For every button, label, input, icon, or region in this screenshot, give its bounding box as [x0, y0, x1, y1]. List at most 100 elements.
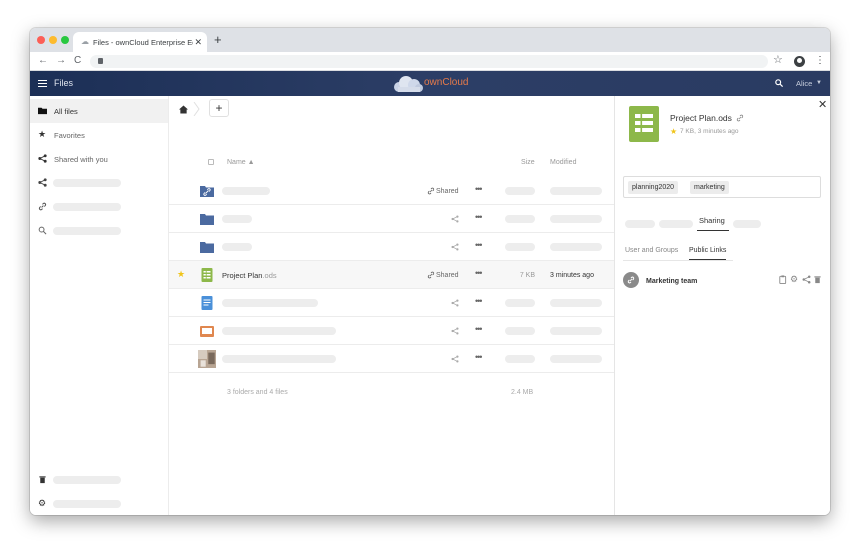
hamburger-menu-icon[interactable]	[38, 80, 47, 87]
details-file-title: Project Plan.ods	[670, 113, 732, 123]
share-icon[interactable]	[451, 299, 459, 307]
loading-placeholder	[53, 227, 121, 235]
tag-chip[interactable]: planning2020	[628, 181, 679, 194]
loading-placeholder	[222, 215, 252, 223]
subtab-public-links[interactable]: Public Links	[689, 246, 727, 260]
tab-sharing[interactable]: Sharing	[699, 216, 725, 225]
maximize-window-button[interactable]	[61, 36, 69, 44]
tag-chip[interactable]: marketing	[690, 181, 729, 194]
forward-button[interactable]: →	[56, 55, 66, 67]
favorite-star-icon[interactable]: ★	[177, 269, 185, 279]
close-window-button[interactable]	[37, 36, 45, 44]
owncloud-logo[interactable]: ownCloud	[392, 75, 472, 93]
chevron-down-icon[interactable]: ▼	[816, 79, 822, 88]
table-row[interactable]: •••	[169, 317, 614, 345]
more-actions-icon[interactable]: •••	[475, 212, 483, 222]
table-row[interactable]: •••	[169, 205, 614, 233]
sidebar-item-label: All files	[54, 107, 78, 116]
table-row[interactable]: •••	[169, 289, 614, 317]
new-file-button[interactable]: +	[209, 99, 229, 117]
user-menu[interactable]: Alice	[796, 79, 812, 88]
more-actions-icon[interactable]: •••	[475, 324, 483, 334]
file-extension: .ods	[262, 271, 277, 280]
gear-icon[interactable]: ⚙	[790, 275, 799, 284]
table-row-project-plan[interactable]: ★ Project Plan.ods Shared ••• 7 KB 3 min…	[169, 261, 614, 289]
more-actions-icon[interactable]: •••	[475, 352, 483, 362]
share-icon[interactable]	[451, 355, 459, 363]
clipboard-icon[interactable]	[778, 275, 787, 284]
profile-avatar-icon[interactable]	[794, 56, 805, 67]
close-icon[interactable]: ✕	[818, 99, 827, 111]
modified-column-header[interactable]: Modified	[550, 158, 576, 167]
loading-placeholder	[222, 243, 252, 251]
loading-placeholder	[505, 355, 535, 363]
sidebar-item-label: Shared with you	[54, 155, 108, 164]
loading-placeholder	[222, 355, 336, 363]
file-count-summary: 3 folders and 4 files	[227, 389, 288, 396]
trash-icon[interactable]	[813, 275, 822, 284]
share-icon[interactable]	[451, 243, 459, 251]
url-input[interactable]	[90, 55, 768, 68]
loading-placeholder	[505, 187, 535, 195]
home-icon[interactable]	[179, 105, 188, 114]
file-name[interactable]: Project Plan.ods	[222, 271, 277, 280]
browser-menu-icon[interactable]: ⋮	[815, 55, 825, 67]
file-base-name: Project Plan	[222, 271, 263, 280]
sidebar-item-deleted-files[interactable]	[30, 468, 168, 492]
table-row[interactable]: •••	[169, 233, 614, 261]
more-actions-icon[interactable]: •••	[475, 240, 483, 250]
active-tab-indicator	[697, 230, 729, 231]
sidebar-item-settings[interactable]: ⚙	[30, 492, 168, 515]
share-icon[interactable]	[451, 327, 459, 335]
link-icon[interactable]	[736, 114, 744, 122]
link-icon	[427, 271, 435, 279]
file-modified: 3 minutes ago	[550, 272, 594, 279]
sidebar-item-shared-by-link[interactable]	[30, 195, 168, 219]
bookmark-star-icon[interactable]: ☆	[773, 54, 783, 67]
select-all-checkbox[interactable]	[208, 159, 214, 165]
tab-title: Files - ownCloud Enterprise Edit	[93, 38, 193, 47]
sidebar-item-shared-with-you[interactable]: Shared with you	[30, 147, 168, 171]
shared-label[interactable]: Shared	[436, 187, 459, 196]
browser-tab[interactable]: ☁ Files - ownCloud Enterprise Edit ✕	[73, 32, 207, 52]
subtab-user-and-groups[interactable]: User and Groups	[625, 246, 678, 259]
sidebar-item-shared-with-others[interactable]	[30, 171, 168, 195]
details-sidebar: ✕ Project Plan.ods ★ 7 KB, 3 minutes ago…	[614, 96, 830, 515]
presentation-icon	[200, 326, 214, 337]
public-link-icon	[623, 272, 639, 288]
folder-icon	[38, 107, 47, 115]
table-row[interactable]: •••	[169, 345, 614, 373]
spreadsheet-icon	[201, 268, 213, 282]
folder-icon	[200, 242, 214, 253]
file-size: 7 KB	[519, 272, 535, 279]
tab-close-icon[interactable]: ✕	[194, 37, 202, 47]
more-actions-icon[interactable]: •••	[475, 296, 483, 306]
loading-placeholder	[505, 327, 535, 335]
share-icon[interactable]	[802, 275, 811, 284]
back-button[interactable]: ←	[38, 55, 48, 67]
sidebar-item-all-files[interactable]: All files	[30, 99, 168, 123]
minimize-window-button[interactable]	[49, 36, 57, 44]
app-name[interactable]: Files	[54, 78, 73, 89]
more-actions-icon[interactable]: •••	[475, 268, 483, 278]
favorite-star-icon[interactable]: ★	[670, 127, 677, 136]
logo-text: ownCloud	[424, 77, 469, 88]
search-icon[interactable]	[775, 79, 783, 87]
share-icon[interactable]	[451, 215, 459, 223]
size-column-header[interactable]: Size	[521, 158, 535, 167]
browser-tabbar: ☁ Files - ownCloud Enterprise Edit ✕ +	[30, 28, 830, 52]
tags-input[interactable]: planning2020 marketing	[623, 176, 821, 198]
table-row[interactable]: Shared •••	[169, 177, 614, 205]
trash-icon	[39, 476, 46, 484]
gear-icon: ⚙	[38, 498, 47, 508]
document-icon	[201, 296, 213, 310]
name-column-header[interactable]: Name ▲	[227, 158, 255, 167]
loading-placeholder	[53, 500, 121, 508]
new-tab-button[interactable]: +	[214, 33, 222, 47]
sidebar-item-tags[interactable]	[30, 219, 168, 243]
reload-button[interactable]: C	[74, 55, 81, 67]
more-actions-icon[interactable]: •••	[475, 184, 483, 194]
public-link-name: Marketing team	[646, 278, 698, 285]
shared-label[interactable]: Shared	[436, 271, 459, 280]
sidebar-item-favorites[interactable]: ★ Favorites	[30, 123, 168, 147]
